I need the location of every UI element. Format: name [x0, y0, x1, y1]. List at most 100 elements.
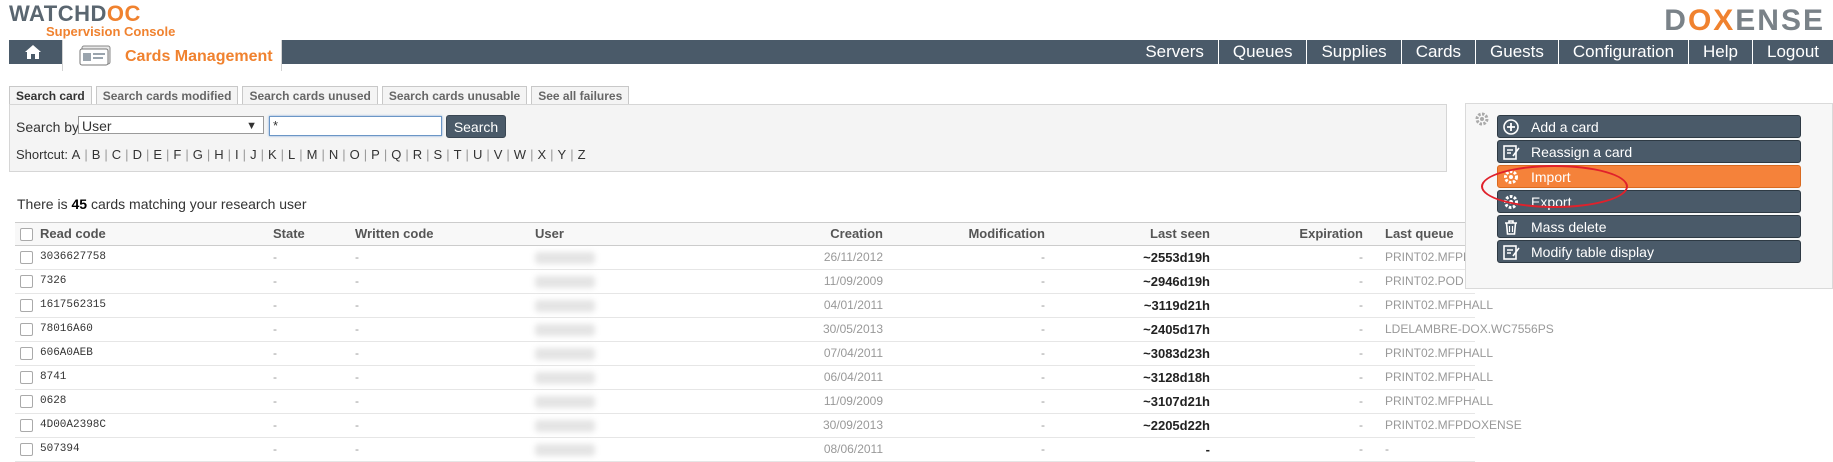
shortcut-letter-c[interactable]: C: [112, 147, 121, 162]
col-written-code[interactable]: Written code: [355, 223, 434, 245]
shortcut-letter-z[interactable]: Z: [578, 147, 586, 162]
col-last-queue[interactable]: Last queue: [1385, 223, 1454, 245]
table-row[interactable]: 1617562315 - - 04/01/2011 - ~3119d21h - PRINT02…: [15, 294, 1493, 318]
action-label: Reassign a card: [1531, 144, 1633, 160]
search-input[interactable]: *: [269, 116, 442, 136]
shortcut-letter-d[interactable]: D: [133, 147, 142, 162]
row-checkbox[interactable]: [20, 371, 33, 384]
search-by-select[interactable]: User ▼: [78, 116, 264, 134]
table-row[interactable]: 507394 - - 08/06/2011 - - - -: [15, 438, 1475, 462]
shortcut-letter-h[interactable]: H: [214, 147, 223, 162]
shortcut-separator: |: [550, 147, 554, 162]
home-button[interactable]: [9, 40, 57, 64]
supervision-console-subtitle: Supervision Console: [46, 24, 176, 39]
modification-date: -: [1041, 394, 1045, 408]
shortcut-letter-m[interactable]: M: [307, 147, 318, 162]
shortcut-separator: |: [227, 147, 232, 162]
blurred-user: [535, 371, 595, 384]
menu-guests[interactable]: Guests: [1475, 40, 1558, 64]
menu-supplies[interactable]: Supplies: [1306, 40, 1400, 64]
shortcut-letter-s[interactable]: S: [434, 147, 443, 162]
shortcut-letter-f[interactable]: F: [173, 147, 181, 162]
action-mass-delete-button[interactable]: Mass delete: [1497, 215, 1801, 238]
state: -: [273, 298, 277, 312]
menu-cards[interactable]: Cards: [1400, 40, 1475, 64]
row-checkbox[interactable]: [20, 419, 33, 432]
shortcut-letter-t[interactable]: T: [454, 147, 462, 162]
shortcut-letter-j[interactable]: J: [250, 147, 257, 162]
shortcut-letter-v[interactable]: V: [494, 147, 503, 162]
col-modification[interactable]: Modification: [968, 223, 1045, 245]
shortcut-letter-x[interactable]: X: [537, 147, 546, 162]
shortcut-letter-l[interactable]: L: [288, 147, 295, 162]
action-add-a-card-button[interactable]: Add a card: [1497, 115, 1801, 138]
shortcut-separator: |: [383, 147, 388, 162]
table-row[interactable]: 3036627758 - - 26/11/2012 - ~2553d19h - PRINT02…: [15, 246, 1475, 270]
menu-queues[interactable]: Queues: [1217, 40, 1307, 64]
action-reassign-a-card-button[interactable]: Reassign a card: [1497, 140, 1801, 163]
last-queue: PRINT02.POD: [1385, 274, 1464, 288]
read-code: 78016A60: [40, 323, 93, 335]
shortcut-letter-a[interactable]: A: [72, 147, 81, 162]
blurred-user: [535, 299, 595, 312]
col-creation[interactable]: Creation: [830, 223, 883, 245]
shortcut-letter-r[interactable]: R: [413, 147, 422, 162]
written-code: -: [355, 418, 359, 432]
col-user[interactable]: User: [535, 223, 564, 245]
dropdown-arrow-icon: ▼: [246, 120, 257, 132]
written-code: -: [355, 442, 359, 456]
table-row[interactable]: 8741 - - 06/04/2011 - ~3128d18h - PRINT02.MFPHA…: [15, 366, 1493, 390]
shortcut-letter-i[interactable]: I: [235, 147, 239, 162]
read-code: 7326: [40, 275, 67, 287]
menu-servers[interactable]: Servers: [1131, 40, 1218, 64]
search-button[interactable]: Search: [446, 115, 506, 138]
table-row[interactable]: 606A0AEB - - 07/04/2011 - ~3083d23h - PRINT02.M…: [15, 342, 1493, 366]
shortcut-letter-w[interactable]: W: [514, 147, 526, 162]
action-label: Mass delete: [1531, 219, 1607, 235]
row-checkbox[interactable]: [20, 299, 33, 312]
home-icon: [25, 45, 41, 59]
shortcut-letter-k[interactable]: K: [268, 147, 277, 162]
menu-configuration[interactable]: Configuration: [1557, 40, 1688, 64]
shortcut-label: Shortcut:: [16, 147, 69, 162]
shortcut-letter-u[interactable]: U: [473, 147, 482, 162]
row-checkbox[interactable]: [20, 323, 33, 336]
col-state[interactable]: State: [273, 223, 305, 245]
row-checkbox[interactable]: [20, 275, 33, 288]
table-row[interactable]: 4D00A2398C - - 30/09/2013 - ~2205d22h - PRINT02…: [15, 414, 1522, 438]
shortcut-letter-e[interactable]: E: [153, 147, 162, 162]
col-last-seen[interactable]: Last seen: [1150, 223, 1210, 245]
row-checkbox[interactable]: [20, 443, 33, 456]
menu-logout[interactable]: Logout: [1752, 40, 1833, 64]
row-checkbox[interactable]: [20, 395, 33, 408]
table-row[interactable]: 7326 - - 11/09/2009 - ~2946d19h - PRINT02.POD: [15, 270, 1475, 294]
modification-date: -: [1041, 250, 1045, 264]
shortcut-letter-g[interactable]: G: [193, 147, 203, 162]
tab-search-card[interactable]: Search card: [9, 86, 92, 106]
shortcut-letter-p[interactable]: P: [371, 147, 380, 162]
row-checkbox[interactable]: [20, 347, 33, 360]
shortcut-letter-b[interactable]: B: [92, 147, 101, 162]
read-code: 4D00A2398C: [40, 419, 107, 431]
shortcut-letter-y[interactable]: Y: [558, 147, 567, 162]
modification-date: -: [1041, 346, 1045, 360]
tab-see-all-failures[interactable]: See all failures: [531, 86, 630, 106]
menu-help[interactable]: Help: [1688, 40, 1752, 64]
table-row[interactable]: 0628 - - 11/09/2009 - ~3107d21h - PRINT02.MFPHA…: [15, 390, 1493, 414]
shortcut-letter-n[interactable]: N: [329, 147, 338, 162]
tab-search-cards-modified[interactable]: Search cards modified: [95, 86, 239, 106]
creation-date: 30/09/2013: [822, 418, 883, 432]
tab-search-cards-unused[interactable]: Search cards unused: [242, 86, 378, 106]
creation-date: 26/11/2012: [823, 250, 883, 264]
tab-search-cards-unusable[interactable]: Search cards unusable: [381, 86, 528, 106]
watchdoc-logo: WATCHDOC Supervision Console: [9, 3, 175, 39]
shortcut-letter-q[interactable]: Q: [391, 147, 401, 162]
select-all-checkbox[interactable]: [20, 228, 33, 241]
action-modify-table-display-button[interactable]: Modify table display: [1497, 240, 1801, 263]
table-header: Read code State Written code User Creati…: [15, 222, 1475, 246]
shortcut-letter-o[interactable]: O: [350, 147, 360, 162]
row-checkbox[interactable]: [20, 251, 33, 264]
col-expiration[interactable]: Expiration: [1299, 223, 1363, 245]
col-read-code[interactable]: Read code: [40, 223, 106, 245]
table-row[interactable]: 78016A60 - - 30/05/2013 - ~2405d17h - LDELAMBRE…: [15, 318, 1554, 342]
